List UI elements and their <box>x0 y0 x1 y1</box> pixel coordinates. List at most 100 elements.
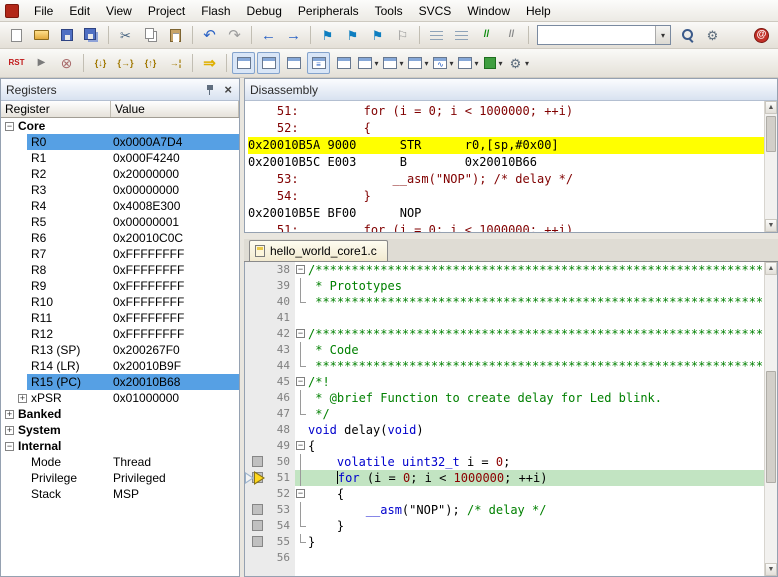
trace-window-button[interactable]: ▾ <box>457 52 480 74</box>
breakpoint-gutter[interactable] <box>245 454 269 470</box>
fold-margin[interactable]: − <box>295 326 308 342</box>
step-over-button[interactable]: {→} <box>114 52 137 74</box>
next-bookmark-button[interactable]: ⚑ <box>366 24 389 46</box>
breakpoint-gutter[interactable] <box>245 550 269 566</box>
disassembly-code-area[interactable]: 51: for (i = 0; i < 1000000; ++i) 52: { … <box>245 101 764 232</box>
search-combo-input[interactable] <box>538 26 655 44</box>
command-window-button[interactable] <box>232 52 255 74</box>
editor-line-50[interactable]: 50 volatile uint32_t i = 0; <box>245 454 764 470</box>
open-folder-button[interactable] <box>30 24 53 46</box>
stop-button[interactable]: ⊗ <box>55 52 78 74</box>
register-row-r1[interactable]: R10x000F4240 <box>1 150 239 166</box>
register-row-banked[interactable]: +Banked <box>1 406 239 422</box>
fold-collapse-icon[interactable]: − <box>296 377 305 386</box>
editor-line-51[interactable]: 51 for (i = 0; i < 1000000; ++i) <box>245 470 764 486</box>
editor-line-46[interactable]: 46 * @brief Function to create delay for… <box>245 390 764 406</box>
disassembly-line[interactable]: 51: for (i = 0; i < 1000000; ++i) <box>248 222 764 232</box>
scroll-up-icon[interactable]: ▲ <box>765 101 777 114</box>
editor-line-55[interactable]: 55} <box>245 534 764 550</box>
help-button[interactable]: @ <box>750 24 773 46</box>
pin-icon[interactable] <box>205 83 216 96</box>
prev-bookmark-button[interactable]: ⚑ <box>341 24 364 46</box>
run-to-cursor-button[interactable]: →¦ <box>164 52 187 74</box>
fold-margin[interactable]: − <box>295 438 308 454</box>
memory-window-button[interactable]: ▾ <box>382 52 405 74</box>
call-stack-window-button[interactable] <box>332 52 355 74</box>
reset-button[interactable]: RST <box>5 52 28 74</box>
tab-hello-world-core1-c[interactable]: hello_world_core1.c <box>249 240 388 261</box>
outdent-button[interactable] <box>425 24 448 46</box>
register-row-core[interactable]: −Core <box>1 118 239 134</box>
menu-flash[interactable]: Flash <box>193 1 238 21</box>
register-row-internal[interactable]: −Internal <box>1 438 239 454</box>
editor-scrollbar[interactable]: ▲ ▼ <box>764 262 777 576</box>
code-text[interactable]: } <box>308 534 315 550</box>
clear-bookmarks-button[interactable]: ⚐ <box>391 24 414 46</box>
register-row-system[interactable]: +System <box>1 422 239 438</box>
executable-line-marker[interactable] <box>252 456 263 467</box>
redo-button[interactable]: ↷ <box>223 24 246 46</box>
menu-help[interactable]: Help <box>518 1 559 21</box>
code-text[interactable]: volatile uint32_t i = 0; <box>308 454 510 470</box>
indent-button[interactable] <box>450 24 473 46</box>
editor-line-41[interactable]: 41 <box>245 310 764 326</box>
scroll-thumb[interactable] <box>766 371 776 483</box>
serial-window-button[interactable]: ▾ <box>407 52 430 74</box>
editor-code-area[interactable]: 38−/************************************… <box>245 262 764 576</box>
breakpoint-gutter[interactable] <box>245 358 269 374</box>
code-text[interactable]: * Prototypes <box>308 278 402 294</box>
menu-view[interactable]: View <box>98 1 140 21</box>
disassembly-line[interactable]: 51: for (i = 0; i < 1000000; ++i) <box>248 103 764 120</box>
breakpoint-gutter[interactable] <box>245 278 269 294</box>
register-row-stack[interactable]: StackMSP <box>1 486 239 502</box>
scroll-down-icon[interactable]: ▼ <box>765 219 777 232</box>
system-viewer-button[interactable]: ▾ <box>482 52 505 74</box>
expand-icon[interactable]: + <box>18 394 27 403</box>
editor-line-47[interactable]: 47 */ <box>245 406 764 422</box>
code-text[interactable]: /*! <box>308 374 330 390</box>
scroll-track[interactable] <box>765 275 777 563</box>
code-text[interactable]: ****************************************… <box>308 294 764 310</box>
menu-tools[interactable]: Tools <box>367 1 411 21</box>
navigate-back-button[interactable]: ← <box>257 24 280 46</box>
collapse-icon[interactable]: − <box>5 442 14 451</box>
disassembly-window-button[interactable] <box>257 52 280 74</box>
disassembly-line[interactable]: 54: } <box>248 188 764 205</box>
breakpoint-gutter[interactable] <box>245 374 269 390</box>
editor-line-44[interactable]: 44 *************************************… <box>245 358 764 374</box>
code-text[interactable]: __asm("NOP"); /* delay */ <box>308 502 546 518</box>
editor-line-40[interactable]: 40 *************************************… <box>245 294 764 310</box>
save-button[interactable] <box>55 24 78 46</box>
breakpoint-gutter[interactable] <box>245 326 269 342</box>
breakpoint-gutter[interactable] <box>245 262 269 278</box>
toolbox-button[interactable]: ⚙▾ <box>507 52 530 74</box>
code-text[interactable]: { <box>308 438 315 454</box>
copy-button[interactable] <box>139 24 162 46</box>
menu-project[interactable]: Project <box>140 1 193 21</box>
scroll-down-icon[interactable]: ▼ <box>765 563 777 576</box>
disassembly-line[interactable]: 53: __asm("NOP"); /* delay */ <box>248 171 764 188</box>
menu-peripherals[interactable]: Peripherals <box>290 1 367 21</box>
expand-icon[interactable]: + <box>5 426 14 435</box>
registers-window-button[interactable]: ≡ <box>307 52 330 74</box>
new-file-button[interactable] <box>5 24 28 46</box>
editor-line-38[interactable]: 38−/************************************… <box>245 262 764 278</box>
find-in-files-button[interactable] <box>676 24 699 46</box>
disassembly-line[interactable]: 0x20010B5C E003 B 0x20010B66 <box>248 154 764 171</box>
executable-line-marker[interactable] <box>252 520 263 531</box>
editor-line-56[interactable]: 56 <box>245 550 764 566</box>
editor-line-53[interactable]: 53 __asm("NOP"); /* delay */ <box>245 502 764 518</box>
register-row-r13-sp[interactable]: R13 (SP)0x200267F0 <box>1 342 239 358</box>
code-text[interactable]: } <box>308 518 344 534</box>
register-row-r5[interactable]: R50x00000001 <box>1 214 239 230</box>
analysis-window-button[interactable]: ∿▾ <box>432 52 455 74</box>
register-row-r2[interactable]: R20x20000000 <box>1 166 239 182</box>
paste-button[interactable] <box>164 24 187 46</box>
editor-line-39[interactable]: 39 * Prototypes <box>245 278 764 294</box>
breakpoint-gutter[interactable] <box>245 486 269 502</box>
register-row-r14-lr[interactable]: R14 (LR)0x20010B9F <box>1 358 239 374</box>
register-row-xpsr[interactable]: +xPSR0x01000000 <box>1 390 239 406</box>
executable-line-marker[interactable] <box>252 504 263 515</box>
register-row-r9[interactable]: R90xFFFFFFFF <box>1 278 239 294</box>
scroll-thumb[interactable] <box>766 116 776 152</box>
